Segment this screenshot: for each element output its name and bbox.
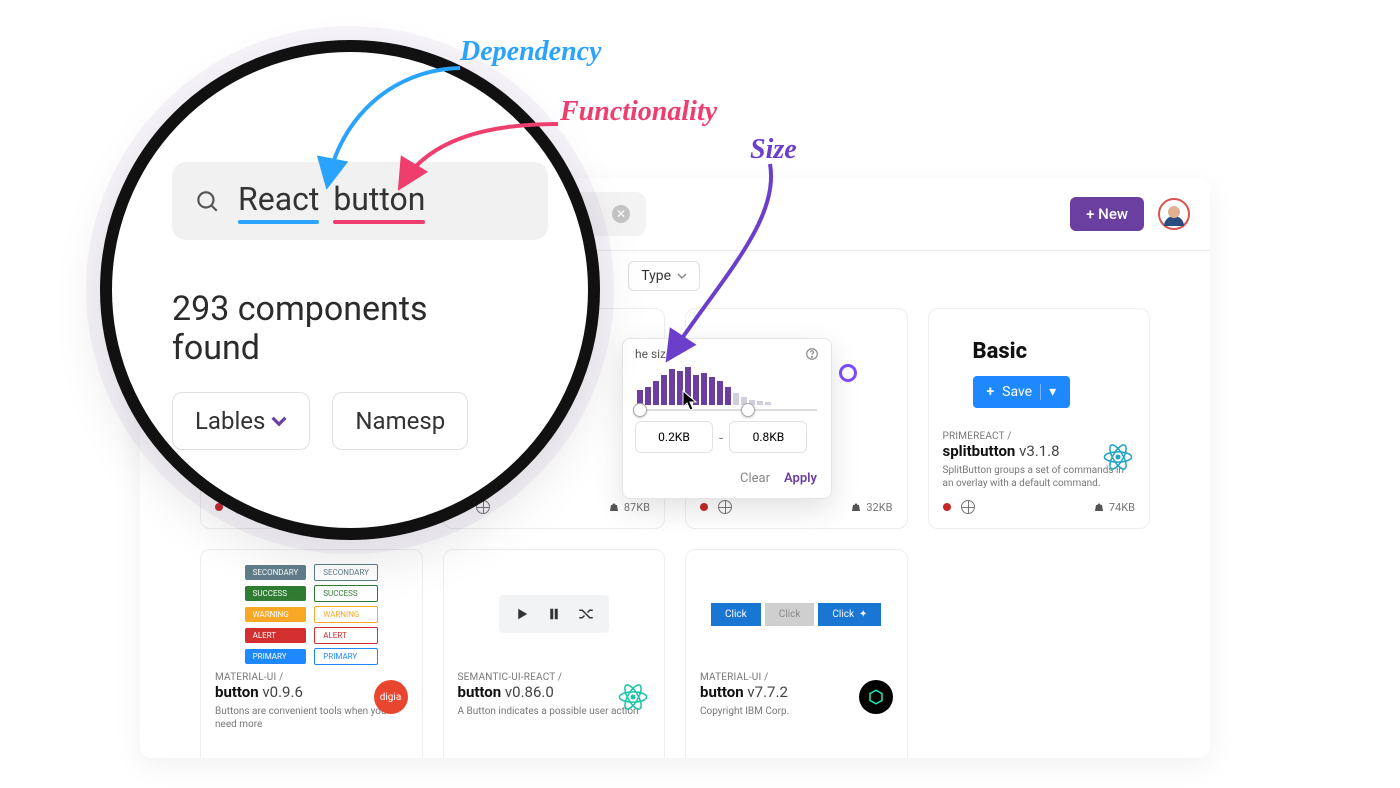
preview-ring-icon <box>839 364 857 382</box>
pause-icon <box>545 605 563 623</box>
preview-pill: ALERT <box>314 627 378 644</box>
arrow-functionality <box>380 118 580 208</box>
preview-pill: SECONDARY <box>245 565 307 580</box>
preview-pill: PRIMARY <box>314 648 378 665</box>
globe-icon <box>961 500 975 514</box>
preview-pill: WARNING <box>314 606 378 623</box>
react-atom-icon <box>616 680 650 714</box>
annotation-size: Size <box>750 134 797 166</box>
component-card[interactable]: SECONDARY SECONDARY SUCCESS SUCCESS WARNING W… <box>200 549 423 758</box>
size-handle-max[interactable] <box>741 403 755 417</box>
size-apply-button[interactable]: Apply <box>784 471 817 486</box>
component-card[interactable]: SEMANTIC-UI-REACT / button v0.86.0 A But… <box>443 549 666 758</box>
filter-namespace-label: Namesp <box>355 407 445 435</box>
annotation-functionality: Functionality <box>560 96 717 128</box>
weight-icon <box>850 501 862 513</box>
globe-icon <box>718 500 732 514</box>
filter-namespace[interactable]: Namesp <box>332 392 468 450</box>
preview-pill: ALERT <box>245 628 307 643</box>
preview-pill: SECONDARY <box>314 564 378 581</box>
dash: - <box>719 428 723 447</box>
card-namespace: MATERIAL-UI / <box>700 672 893 683</box>
clear-search-icon[interactable]: ✕ <box>612 205 630 223</box>
size-min-input[interactable] <box>635 421 713 453</box>
search-icon <box>194 188 220 214</box>
results-heading: 293 components found <box>172 290 472 368</box>
size-clear-button[interactable]: Clear <box>740 471 770 486</box>
new-button[interactable]: + New <box>1070 197 1144 231</box>
status-dot <box>943 503 951 511</box>
preview-click-button: Click ✦ <box>818 603 881 626</box>
size-histogram <box>623 369 831 409</box>
brand-badge <box>1101 440 1135 474</box>
annotation-dependency: Dependency <box>460 36 602 68</box>
brand-badge: digia <box>374 680 408 714</box>
preview-save-button: +Save▾ <box>973 376 1071 408</box>
shuffle-icon <box>577 605 595 623</box>
preview-pill: PRIMARY <box>245 649 307 664</box>
play-icon <box>513 605 531 623</box>
component-card[interactable]: Basic +Save▾ PRIMEREACT / splitbutton v3… <box>928 308 1151 529</box>
help-icon[interactable] <box>805 347 819 361</box>
brand-badge <box>616 680 650 714</box>
react-atom-icon <box>1101 440 1135 474</box>
filter-labels-label: Lables <box>195 407 265 435</box>
size-range-track[interactable] <box>637 409 817 411</box>
weight-icon <box>608 501 620 513</box>
size-handle-min[interactable] <box>633 403 647 417</box>
component-card[interactable]: Click Click Click ✦ MATERIAL-UI / button… <box>685 549 908 758</box>
preview-click-button-disabled: Click <box>765 603 815 626</box>
preview-media-controls <box>499 595 609 633</box>
lens-filter-row: Lables Namesp <box>172 392 548 450</box>
arrow-size <box>640 160 800 370</box>
preview-pill: SUCCESS <box>245 586 307 601</box>
brand-badge <box>859 680 893 714</box>
user-avatar[interactable] <box>1158 198 1190 230</box>
chevron-down-icon <box>271 413 287 429</box>
size-max-input[interactable] <box>729 421 807 453</box>
weight-icon <box>1093 501 1105 513</box>
card-namespace: MATERIAL-UI / <box>215 672 408 683</box>
hex-icon <box>867 688 885 706</box>
preview-pill: SUCCESS <box>314 585 378 602</box>
size-badge: 32KB <box>850 501 892 514</box>
preview-click-button: Click <box>711 603 761 626</box>
mouse-cursor <box>682 390 698 416</box>
size-badge: 74KB <box>1093 501 1135 514</box>
preview-title: Basic <box>943 339 1028 364</box>
size-badge: 87KB <box>608 501 650 514</box>
preview-pill: WARNING <box>245 607 307 622</box>
filter-labels[interactable]: Lables <box>172 392 310 450</box>
card-meta: 74KB <box>943 490 1136 514</box>
status-dot <box>700 503 708 511</box>
